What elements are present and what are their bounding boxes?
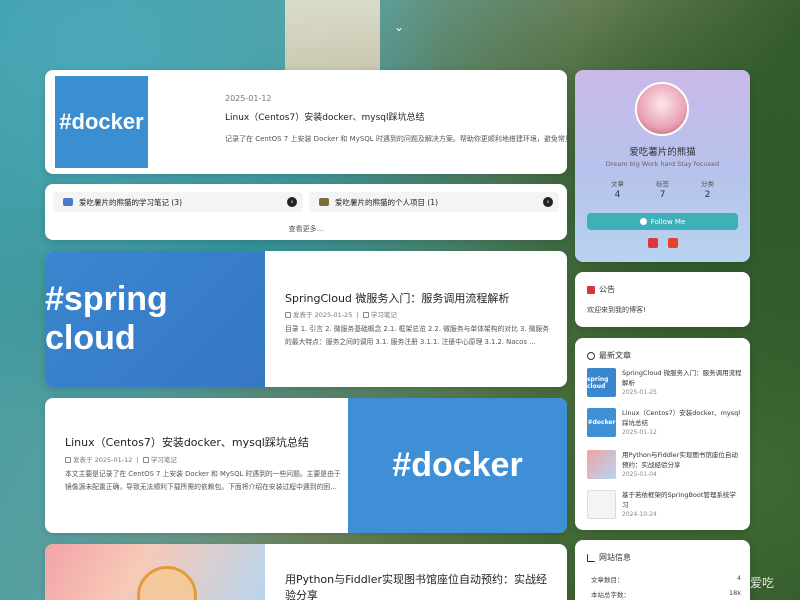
history-icon [587, 351, 595, 360]
category-projects[interactable]: 爱吃薯片的熊猫的个人项目 (1) › [309, 192, 559, 212]
gitee-icon[interactable] [668, 238, 678, 248]
calendar-icon [65, 457, 71, 463]
github-icon [639, 218, 647, 225]
arrow-right-icon[interactable]: › [543, 197, 553, 207]
stat-value: 7 [659, 190, 666, 200]
stat-label: 文章 [611, 180, 624, 188]
featured-title[interactable]: Linux（Centos7）安装docker、mysql踩坑总结 [225, 110, 425, 123]
arrow-right-icon[interactable]: › [287, 197, 297, 207]
recent-post-thumb[interactable] [587, 450, 616, 479]
post-date: 发表于 2025-01-12 [73, 456, 133, 464]
post-title[interactable]: Linux（Centos7）安装docker、mysql踩坑总结 [65, 434, 309, 450]
post-meta: 发表于 2025-01-25 | 学习笔记 [285, 309, 397, 319]
recent-post-thumb[interactable] [587, 490, 616, 519]
recent-post-date: 2025-01-04 [622, 471, 657, 478]
stat-label: 分类 [701, 180, 714, 188]
folder-icon [63, 198, 73, 206]
featured-carousel[interactable]: #docker 2025-01-12 Linux（Centos7）安装docke… [45, 70, 567, 174]
recent-posts-card: 最新文章 spring cloud SpringCloud 微服务入门：服务调用… [575, 338, 750, 530]
stat-tags[interactable]: 标签 7 [656, 178, 669, 200]
stat-categories[interactable]: 分类 2 [701, 178, 714, 200]
site-info-heading: 网站信息 [587, 552, 631, 563]
top-navbar: ⌄ [0, 0, 800, 50]
recent-title: 最新文章 [599, 351, 631, 360]
recent-heading: 最新文章 [587, 350, 631, 361]
author-name: 爱吃薯片的熊猫 [629, 147, 696, 158]
post-card[interactable]: 用Python与Fiddler实现图书馆座位自动预约：实战经验分享 [45, 544, 567, 600]
announcement-heading: 公告 [587, 284, 615, 295]
post-category[interactable]: 学习笔记 [151, 456, 177, 464]
site-info-card: 网站信息 文章数目： 4 本站总字数： 18k [575, 540, 750, 600]
stat-articles[interactable]: 文章 4 [611, 178, 624, 200]
post-meta: 发表于 2025-01-12 | 学习笔记 [65, 454, 177, 464]
author-motto: Dream big Work hard Stay focused [605, 160, 720, 168]
follow-me-button[interactable]: Follow Me [587, 213, 738, 230]
calendar-icon [285, 312, 291, 318]
post-cover[interactable]: #docker [348, 398, 567, 533]
category-panel: 爱吃薯片的熊猫的学习笔记 (3) › 爱吃薯片的熊猫的个人项目 (1) › 查看… [45, 184, 567, 240]
follow-label: Follow Me [650, 217, 686, 226]
post-title[interactable]: 用Python与Fiddler实现图书馆座位自动预约：实战经验分享 [285, 572, 555, 600]
recent-post-date: 2024-10-24 [622, 511, 657, 518]
recent-post-title[interactable]: SpringCloud 微服务入门：服务调用流程解析 [622, 368, 742, 388]
csdn-icon[interactable] [648, 238, 658, 248]
post-cover[interactable]: #spring cloud [45, 251, 265, 387]
recent-post-item[interactable]: #docker Linux（Centos7）安装docker、mysql踩坑总结… [587, 408, 742, 438]
stat-value: 2 [704, 190, 711, 200]
post-date: 发表于 2025-01-25 [293, 311, 353, 319]
announcement-title: 公告 [599, 285, 615, 294]
featured-thumbnail[interactable]: #docker [55, 76, 148, 168]
category-label: 爱吃薯片的熊猫的个人项目 (1) [335, 197, 439, 207]
recent-post-title[interactable]: 用Python与Fiddler实现图书馆座位自动预约：实战经验分享 [622, 450, 742, 470]
post-excerpt: 目录 1. 引言 2. 微服务基础概念 2.1. 框架总览 2.2. 微服务与单… [285, 325, 550, 346]
author-stats: 文章 4 标签 7 分类 2 [575, 178, 750, 200]
megaphone-icon [587, 285, 595, 294]
post-title[interactable]: SpringCloud 微服务入门：服务调用流程解析 [285, 290, 509, 306]
announcement-card: 公告 欢迎来到我的博客! [575, 272, 750, 327]
category-study-notes[interactable]: 爱吃薯片的熊猫的学习笔记 (3) › [53, 192, 303, 212]
post-excerpt: 本文主要是记录了在 CentOS 7 上安装 Docker 和 MySQL 时遇… [65, 470, 341, 491]
folder-icon [142, 457, 149, 463]
post-card[interactable]: #spring cloud SpringCloud 微服务入门：服务调用流程解析… [45, 251, 567, 387]
folder-icon [319, 198, 329, 206]
post-card[interactable]: Linux（Centos7）安装docker、mysql踩坑总结 发表于 202… [45, 398, 567, 533]
recent-post-item[interactable]: 基于若依框架的SpringBoot管理系统学习 2024-10-24 [587, 490, 742, 520]
author-profile-card: 爱吃薯片的熊猫 Dream big Work hard Stay focused… [575, 70, 750, 262]
recent-post-item[interactable]: 用Python与Fiddler实现图书馆座位自动预约：实战经验分享 2025-0… [587, 450, 742, 480]
featured-description: 记录了在 CentOS 7 上安装 Docker 和 MySQL 时遇到的问题及… [225, 135, 567, 143]
recent-post-title[interactable]: Linux（Centos7）安装docker、mysql踩坑总结 [622, 408, 742, 428]
recent-post-date: 2025-01-25 [622, 389, 657, 396]
avatar[interactable] [635, 82, 689, 136]
folder-icon [362, 312, 369, 318]
recent-post-date: 2025-01-12 [622, 429, 657, 436]
stat-value: 4 [614, 190, 621, 200]
post-cover[interactable] [45, 544, 265, 600]
recent-post-thumb[interactable]: #docker [587, 408, 616, 437]
featured-date: 2025-01-12 [225, 94, 272, 103]
category-label: 爱吃薯片的熊猫的学习笔记 (3) [79, 197, 183, 207]
csdn-watermark: CSDN @爱吃 [700, 576, 775, 590]
recent-post-item[interactable]: spring cloud SpringCloud 微服务入门：服务调用流程解析 … [587, 368, 742, 398]
site-info-label: 本站总字数： [591, 591, 630, 599]
chart-icon [587, 553, 595, 562]
stat-label: 标签 [656, 180, 669, 188]
see-more-link[interactable]: 查看更多... [45, 224, 567, 234]
scroll-down-icon[interactable]: ⌄ [392, 21, 406, 33]
site-info-label: 文章数目： [591, 576, 624, 584]
site-info-title: 网站信息 [599, 553, 631, 562]
post-category[interactable]: 学习笔记 [371, 311, 397, 319]
recent-post-thumb[interactable]: spring cloud [587, 368, 616, 397]
recent-post-title[interactable]: 基于若依框架的SpringBoot管理系统学习 [622, 490, 742, 510]
anime-illustration [137, 566, 197, 600]
announcement-text: 欢迎来到我的博客! [587, 306, 646, 314]
